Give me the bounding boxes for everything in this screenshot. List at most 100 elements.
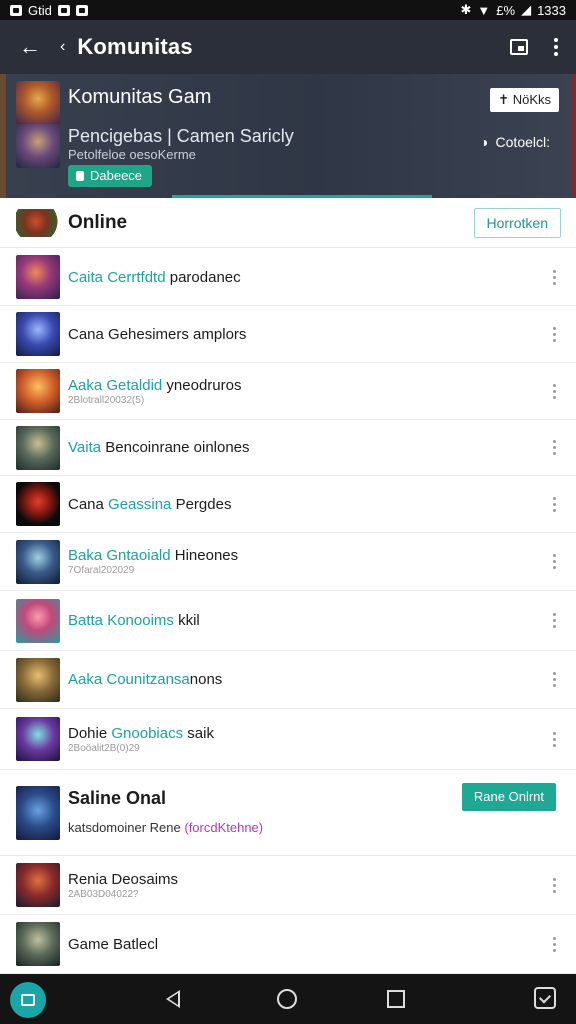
row-highlight: Cerrtfdtd [107,268,166,286]
screenshot-icon[interactable] [534,987,556,1009]
row-prefix: Caita [68,268,104,286]
notification-label: Cotoelcl: [495,134,550,150]
row-text: Renia Deosaims [68,870,179,888]
row-highlight: Konooims [107,612,174,629]
list-item[interactable]: Batta Konooims kkil [0,591,576,651]
row-menu-icon[interactable] [553,383,556,399]
saline-action-button[interactable]: Rane Onlrnt [461,783,556,811]
community-hero: Komunitas Gam Pencigebas | Camen Saricly… [6,74,572,198]
avatar [16,482,60,526]
online-mascot-icon [16,208,60,237]
row-menu-icon[interactable] [553,440,556,455]
carrier-label: Gtid [28,2,52,18]
app-notification-icon [57,4,70,16]
row-meta: 2Blotrall20032(5) [68,394,145,406]
pin-icon: ✝ [498,92,513,107]
hero-badge[interactable]: Dabeece [68,165,153,187]
app-bar: ← ‹ Komunitas [0,20,576,74]
row-prefix: Dohie [68,724,108,742]
avatar [16,539,60,584]
avatar [16,598,60,643]
list-item[interactable]: Baka Gntaoiald Hineones 7Ofaral202029 [0,533,576,591]
wifi-icon: ▼ [477,2,491,18]
row-text: yneodruros [166,376,242,394]
list-item[interactable]: Caita Cerrtfdtd parodanec [0,249,576,306]
row-menu-icon[interactable] [553,936,556,952]
avatar [16,657,60,702]
row-highlight: Getaldid [106,376,163,394]
row-menu-icon[interactable] [553,269,556,285]
row-prefix: Batta [68,612,104,629]
list-item[interactable]: Aaka Counitzansanons [0,651,576,709]
row-text: Game Batlecl [68,935,159,953]
nav-home-icon[interactable] [277,989,297,1009]
hero-action-label: NöKks [512,92,551,107]
row-menu-icon[interactable] [553,672,556,687]
avatar [16,922,60,966]
row-meta: 2Boöalit2B(0)29 [68,742,140,754]
message-icon [75,4,88,16]
row-prefix: Aaka [68,671,103,688]
row-text: saik [187,724,214,742]
avatar [16,717,60,761]
row-prefix: Baka [68,547,103,564]
list-item[interactable]: Renia Deosaims 2AB03D04022? [0,856,576,915]
row-meta: 7Ofaral202029 [68,565,135,576]
saline-avatar [16,786,60,840]
online-heading: Online [68,211,128,233]
system-navigation-bar [0,974,576,1024]
signal-icon: ◢ [521,2,532,17]
arrow-left-icon[interactable]: ← [0,34,60,60]
community-thumbnail-secondary [16,124,60,168]
avatar [16,255,60,299]
list-item[interactable]: Dohie Gnoobiacs saik 2Boöalit2B(0)29 [0,709,576,770]
saline-description-text: katsdomoiner Rene [68,820,181,835]
saline-section: Saline Onal katsdomoiner Rene (forcdKteh… [0,770,576,856]
row-prefix: Cana [68,495,104,513]
row-highlight: Geassina [108,495,172,513]
row-text: Gehesimers amplors [108,325,247,343]
row-menu-icon[interactable] [553,326,556,342]
row-menu-icon[interactable] [553,496,556,512]
notification-toggle[interactable]: ◗ Cotoelcl: [481,134,550,150]
list-item[interactable]: Aaka Getaldid yneodruros 2Blotrall20032(5… [0,363,576,420]
row-menu-icon[interactable] [553,731,556,747]
row-menu-icon[interactable] [553,554,556,569]
hero-subtitle: Pencigebas | Camen Saricly [68,126,294,146]
row-menu-icon[interactable] [553,613,556,628]
bluetooth-icon: ✱ [460,2,472,17]
nav-recents-icon[interactable] [387,990,405,1008]
avatar [16,425,60,470]
saline-description: katsdomoiner Rene (forcdKtehne) [68,820,263,835]
row-text: Bencoinrane oinlones [105,439,250,456]
status-bar: Gtid ✱ ▼ £% ◢ 1333 [0,0,576,20]
avatar [16,863,60,907]
list-item[interactable]: Cana Geassina Pergdes [0,476,576,533]
nav-back-icon[interactable] [166,990,180,1008]
row-highlight: Counitzansa [106,671,190,688]
row-prefix: Vaita [68,439,102,456]
row-text: nons [189,671,223,688]
bell-icon: ◗ [481,134,490,150]
notification-icon [10,4,22,16]
hero-action-button[interactable]: ✝ NöKks [490,88,559,112]
avatar [16,369,60,413]
app-shortcut-icon[interactable] [10,982,46,1018]
list-item[interactable]: Cana Gehesimers amplors [0,306,576,363]
saline-title: Saline Onal [68,788,167,808]
page-title: Komunitas [77,34,193,59]
online-action-button[interactable]: Horrotken [473,207,561,238]
chevron-left-icon: ‹ [60,38,66,55]
picture-in-picture-icon[interactable] [510,39,528,55]
row-text: kkil [178,612,200,629]
row-text: Hineones [174,547,239,564]
more-options-icon[interactable] [554,38,558,56]
row-text: parodanec [169,268,241,286]
community-thumbnail [16,81,60,125]
row-text: Pergdes [175,495,232,513]
clock: 1333 [537,2,566,18]
row-menu-icon[interactable] [553,877,556,893]
list-item[interactable]: Vaita Bencoinrane oinlones [0,420,576,476]
hero-right-edge [572,74,576,198]
list-item[interactable]: Game Batlecl [0,915,576,974]
